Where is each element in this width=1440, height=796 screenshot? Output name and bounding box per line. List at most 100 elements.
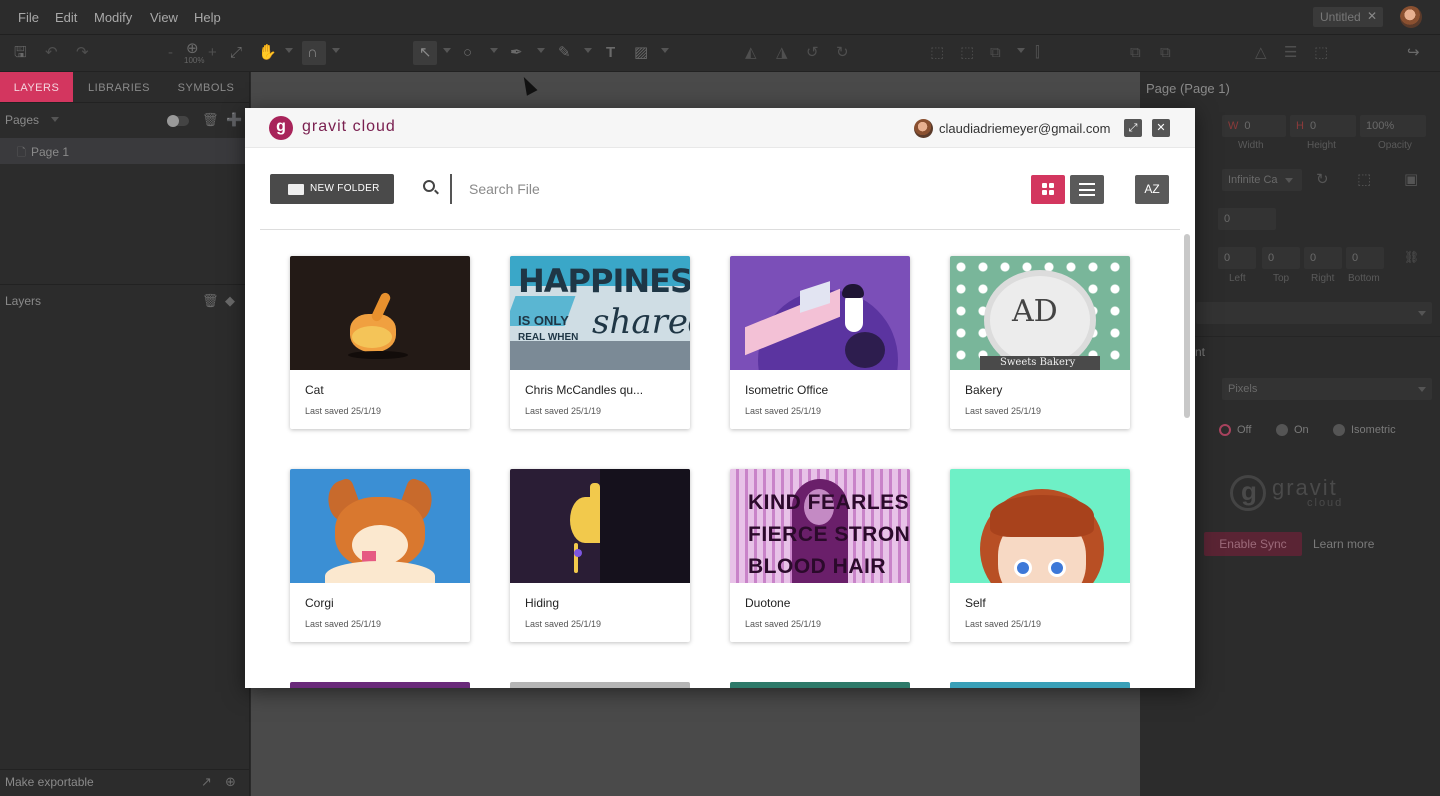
settings-icon[interactable]: ▣	[1404, 170, 1418, 188]
close-tab-icon[interactable]: ✕	[1367, 9, 1377, 23]
chevron-down-icon[interactable]	[332, 48, 340, 53]
trash-icon[interactable]: 🗑	[202, 112, 219, 128]
save-icon[interactable]: 🖫	[14, 44, 27, 62]
opacity-field[interactable]: 100%	[1360, 115, 1426, 137]
user-avatar[interactable]	[1400, 6, 1422, 28]
file-card-corgi[interactable]: Corgi Last saved 25/1/19	[290, 469, 470, 642]
link-margins-icon[interactable]: ⛓	[1404, 250, 1419, 264]
file-card-cat[interactable]: Cat Last saved 25/1/19	[290, 256, 470, 429]
pixel-snap-off-radio[interactable]	[1219, 424, 1231, 436]
margin-bottom-field[interactable]: 0	[1346, 247, 1384, 269]
export-settings-icon[interactable]: ↗	[201, 774, 212, 790]
grid-view-button[interactable]	[1031, 175, 1065, 204]
flip-vertical-icon[interactable]: ◮	[776, 44, 788, 62]
scrollbar[interactable]	[1184, 234, 1190, 418]
margin-top-field[interactable]: 0	[1262, 247, 1300, 269]
chevron-down-icon[interactable]	[443, 48, 451, 53]
image-tool-icon[interactable]: ▨	[634, 44, 648, 62]
menu-edit[interactable]: Edit	[55, 10, 77, 25]
margin-left-field[interactable]: 0	[1218, 247, 1256, 269]
boolean-icon[interactable]: ⧉	[1130, 44, 1141, 62]
file-card-duotone[interactable]: KIND FEARLESS FIERCE STRONG BLOOD HAIR D…	[730, 469, 910, 642]
list-view-button[interactable]	[1070, 175, 1104, 204]
add-layer-icon[interactable]: ◆	[225, 293, 235, 309]
shape-tool-icon[interactable]: ○	[463, 44, 472, 62]
file-card-self[interactable]: Self Last saved 25/1/19	[950, 469, 1130, 642]
fit-screen-icon[interactable]: ⤢	[230, 44, 242, 62]
bounds-icon[interactable]: ⬚	[1357, 170, 1371, 188]
add-export-icon[interactable]: ⊕	[225, 774, 236, 790]
sort-az-button[interactable]: AZ	[1135, 175, 1169, 204]
file-card-peek[interactable]	[510, 682, 690, 688]
redo-icon[interactable]: ↷	[76, 44, 89, 62]
menu-modify[interactable]: Modify	[94, 10, 132, 25]
export-icon[interactable]: ↪	[1407, 44, 1420, 62]
ungroup-icon[interactable]: ⬚	[960, 44, 974, 62]
chevron-down-icon[interactable]	[1017, 48, 1025, 53]
text-tool-icon[interactable]: T	[606, 44, 615, 62]
slice-icon[interactable]: ⬚	[1314, 44, 1328, 62]
align-icon[interactable]: ⫿	[1035, 44, 1040, 62]
tab-libraries[interactable]: LIBRARIES	[80, 72, 158, 102]
pixel-snap-isometric-radio[interactable]	[1333, 424, 1345, 436]
hand-tool-icon[interactable]: ✋	[258, 44, 277, 62]
chevron-down-icon[interactable]	[537, 48, 545, 53]
file-card-hiding[interactable]: Hiding Last saved 25/1/19	[510, 469, 690, 642]
effects-icon[interactable]: △	[1255, 44, 1267, 62]
document-tab[interactable]: Untitled ✕	[1313, 7, 1383, 27]
learn-more-link[interactable]: Learn more	[1313, 537, 1374, 551]
pen-tool-icon[interactable]: ✒	[510, 44, 523, 62]
margin-right-field[interactable]: 0	[1304, 247, 1342, 269]
undo-icon[interactable]: ↶	[45, 44, 58, 62]
units-select[interactable]: Pixels	[1222, 378, 1432, 400]
chevron-down-icon[interactable]	[51, 117, 59, 122]
menu-help[interactable]: Help	[194, 10, 221, 25]
transform-icon[interactable]: ☰	[1284, 44, 1297, 62]
enable-sync-button[interactable]: Enable Sync	[1204, 532, 1302, 556]
width-field[interactable]: W0	[1222, 115, 1286, 137]
new-folder-button[interactable]: NEW FOLDER	[270, 174, 394, 204]
tab-layers[interactable]: LAYERS	[0, 72, 73, 102]
chevron-down-icon[interactable]	[1418, 387, 1426, 392]
chevron-down-icon[interactable]	[1285, 178, 1293, 183]
search-input[interactable]	[459, 178, 759, 200]
close-icon[interactable]: ✕	[1152, 119, 1170, 137]
pixel-snap-on-radio[interactable]	[1276, 424, 1288, 436]
file-card-isometric-office[interactable]: Isometric Office Last saved 25/1/19	[730, 256, 910, 429]
pointer-icon[interactable]: ↖	[419, 44, 432, 62]
rotate-right-icon[interactable]: ↻	[836, 44, 849, 62]
zoom-icon[interactable]: ⊕ 100%	[184, 40, 204, 65]
expand-icon[interactable]: ⤢	[1124, 119, 1142, 137]
height-field[interactable]: H0	[1290, 115, 1356, 137]
file-card-bakery[interactable]: AD Sweets Bakery Bakery Last saved 25/1/…	[950, 256, 1130, 429]
chevron-down-icon[interactable]	[285, 48, 293, 53]
pencil-tool-icon[interactable]: ✎	[558, 44, 571, 62]
pages-label[interactable]: Pages	[5, 113, 39, 127]
chevron-down-icon[interactable]	[661, 48, 669, 53]
mask-icon[interactable]: ⧉	[1160, 44, 1171, 62]
file-card-peek[interactable]	[730, 682, 910, 688]
flip-horizontal-icon[interactable]: ◭	[745, 44, 757, 62]
pages-toggle[interactable]	[167, 115, 189, 127]
arrange-icon[interactable]: ⧉	[990, 44, 1001, 62]
menu-file[interactable]: File	[18, 10, 39, 25]
add-page-icon[interactable]: ➕	[226, 112, 242, 128]
style-select[interactable]	[1196, 302, 1432, 324]
zoom-out-icon[interactable]: -	[168, 44, 173, 62]
tab-symbols[interactable]: SYMBOLS	[170, 72, 242, 102]
chevron-down-icon[interactable]	[490, 48, 498, 53]
chevron-down-icon[interactable]	[584, 48, 592, 53]
group-icon[interactable]: ⬚	[930, 44, 944, 62]
file-card-peek[interactable]	[290, 682, 470, 688]
orientation-icon[interactable]: ↻	[1316, 170, 1329, 188]
bleed-field[interactable]: 0	[1218, 208, 1276, 230]
make-exportable-label[interactable]: Make exportable	[5, 775, 94, 789]
magnet-icon[interactable]: ∩	[307, 44, 318, 62]
zoom-in-icon[interactable]: +	[208, 44, 217, 62]
page-list-item[interactable]: 🗋 Page 1	[0, 138, 250, 164]
rotate-left-icon[interactable]: ↺	[806, 44, 819, 62]
chevron-down-icon[interactable]	[1418, 311, 1426, 316]
menu-view[interactable]: View	[150, 10, 178, 25]
file-card-chris-mccandles[interactable]: HAPPINESS IS ONLY REAL WHEN shared Chris…	[510, 256, 690, 429]
trash-icon[interactable]: 🗑	[202, 293, 219, 309]
